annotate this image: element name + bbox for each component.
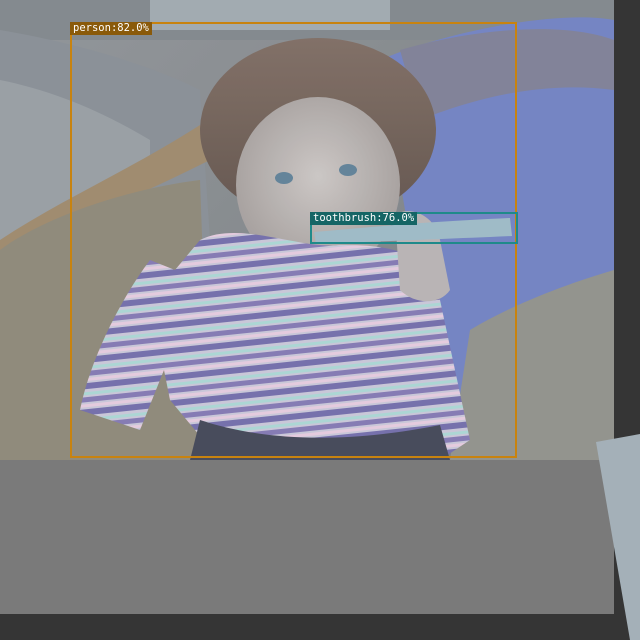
padding-fill — [0, 460, 614, 614]
image-canvas: person:82.0% toothbrush:76.0% — [0, 0, 640, 640]
detection-label-toothbrush: toothbrush:76.0% — [310, 212, 418, 225]
detection-score-person: 82.0% — [117, 22, 149, 34]
page-corner-edge — [596, 434, 640, 640]
detection-score-toothbrush: 76.0% — [382, 212, 415, 224]
detection-class-toothbrush: toothbrush — [313, 212, 377, 224]
detection-label-person: person:82.0% — [70, 22, 152, 35]
detection-class-person: person — [73, 22, 111, 34]
photo: person:82.0% toothbrush:76.0% — [0, 0, 614, 614]
detection-box-toothbrush: toothbrush:76.0% — [310, 212, 518, 244]
